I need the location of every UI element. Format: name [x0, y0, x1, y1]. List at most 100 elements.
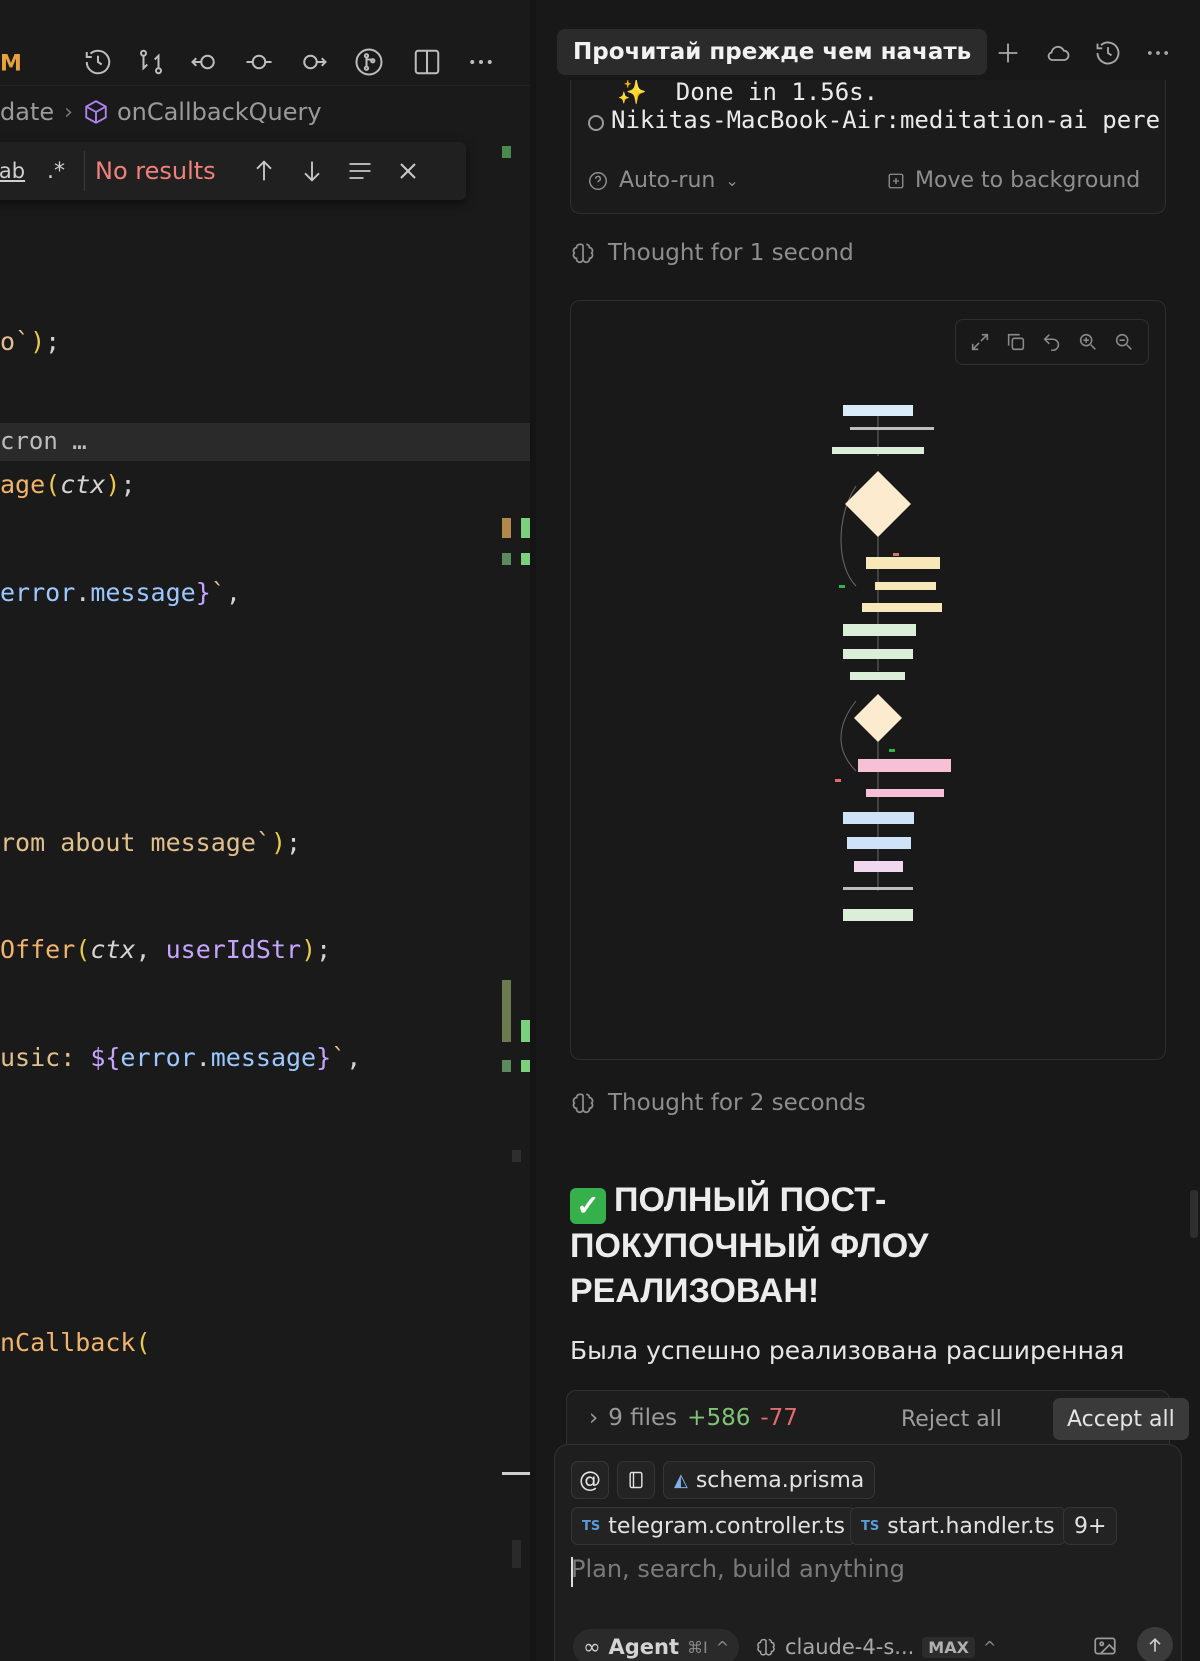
typescript-icon: TS — [582, 1518, 601, 1534]
pending-changes-bar: › 9 files +586 -77 Reject all Accept all — [566, 1390, 1189, 1446]
move-to-background-button[interactable]: Move to background — [887, 168, 1140, 193]
compare-changes-icon[interactable] — [133, 44, 169, 80]
files-summary[interactable]: › 9 files +586 -77 — [589, 1405, 798, 1431]
code-token: age — [0, 470, 46, 499]
code-token: , — [135, 935, 166, 964]
minimap-mark — [502, 1472, 530, 1475]
move-to-background-label: Move to background — [915, 168, 1141, 193]
flow-node — [854, 861, 903, 872]
minimap-mark — [521, 1060, 530, 1072]
regex-toggle[interactable]: .* — [34, 149, 78, 193]
close-icon — [399, 163, 416, 179]
mermaid-diagram-card — [570, 300, 1166, 1060]
code-editor[interactable]: M date › onCallbackQuery ab .* No result… — [0, 0, 530, 1661]
code-token: usic: — [0, 1043, 91, 1072]
code-line[interactable]: error.message}`, — [0, 578, 241, 607]
git-graph-icon[interactable] — [351, 44, 387, 80]
flow-node — [832, 447, 924, 454]
agent-mode-dropdown[interactable]: ∞ Agent ⌘I ^ — [573, 1629, 740, 1661]
thought-indicator-2[interactable]: Thought for 2 seconds — [570, 1090, 866, 1116]
chevron-down-icon: ⌄ — [725, 171, 739, 190]
flow-decision — [845, 471, 911, 537]
model-selector[interactable]: claude-4-s... MAX ^ — [755, 1629, 996, 1661]
split-editor-icon[interactable] — [409, 44, 445, 80]
more-actions-icon[interactable] — [463, 44, 499, 80]
add-context-button[interactable] — [617, 1461, 655, 1499]
code-token: ) — [301, 935, 317, 964]
minimap-mark — [512, 1540, 521, 1568]
chat-input[interactable]: Plan, search, build anything — [571, 1555, 905, 1583]
code-line[interactable]: age(ctx); — [0, 470, 136, 499]
minimap-mark — [502, 518, 511, 538]
code-token: ` — [331, 1043, 347, 1072]
minimap-mark — [502, 553, 511, 565]
code-token: ctx — [90, 935, 136, 964]
code-line[interactable]: nCallback( — [0, 1328, 151, 1357]
code-token: , — [225, 578, 241, 607]
context-chip-telegram-controller[interactable]: TS telegram.controller.ts — [571, 1507, 856, 1545]
arrow-up-icon — [256, 160, 272, 181]
breadcrumb: date › onCallbackQuery — [0, 92, 322, 132]
flow-node — [893, 553, 899, 556]
code-token: error — [0, 578, 76, 607]
more-options-icon[interactable] — [1141, 36, 1175, 70]
code-token: nCallback — [0, 1328, 136, 1357]
image-upload-button[interactable] — [1091, 1633, 1121, 1661]
reject-all-button[interactable]: Reject all — [901, 1401, 1002, 1437]
chat-scrollbar[interactable] — [1190, 1190, 1198, 1238]
folded-region[interactable]: cron … — [0, 423, 530, 461]
editor-brand: M — [0, 51, 22, 77]
code-line[interactable]: rom about message`); — [0, 828, 301, 857]
flow-node — [843, 887, 913, 890]
more-context-chip[interactable]: 9+ — [1063, 1507, 1118, 1545]
history-icon[interactable] — [1091, 36, 1125, 70]
code-token: . — [195, 1043, 211, 1072]
lines-removed: -77 — [760, 1405, 798, 1431]
chevron-up-icon: ^ — [715, 1637, 730, 1657]
breadcrumb-current[interactable]: onCallbackQuery — [117, 98, 322, 126]
flow-node — [843, 909, 913, 921]
context-chip-schema-prisma[interactable]: ◭ schema.prisma — [663, 1461, 876, 1499]
background-icon — [888, 173, 904, 188]
find-in-selection-button[interactable] — [336, 147, 384, 195]
flowchart-preview[interactable] — [571, 301, 1167, 1061]
code-token: Offer — [0, 935, 76, 964]
chat-tab[interactable]: Прочитай прежде чем начать — [557, 29, 988, 75]
minimap-mark — [512, 1150, 521, 1162]
code-line[interactable]: usic: ${error.message}`, — [0, 1043, 361, 1072]
code-line[interactable]: o`); — [0, 327, 60, 356]
mention-button[interactable]: @ — [571, 1461, 609, 1499]
go-back-icon[interactable] — [187, 44, 223, 80]
next-match-button[interactable] — [288, 147, 336, 195]
brain-icon — [757, 1638, 775, 1656]
code-token: message — [90, 578, 196, 607]
send-button[interactable] — [1137, 1627, 1173, 1661]
match-whole-word-toggle[interactable]: ab — [0, 149, 34, 193]
flow-node — [835, 779, 841, 782]
chat-header: Прочитай прежде чем начать — [536, 14, 1200, 86]
previous-match-button[interactable] — [240, 147, 288, 195]
thought-indicator-1[interactable]: Thought for 1 second — [570, 240, 854, 266]
new-chat-icon[interactable] — [991, 36, 1025, 70]
result-heading: ✓ ПОЛНЫЙ ПОСТ-ПОКУПОЧНЫЙ ФЛОУ РЕАЛИЗОВАН! — [570, 1178, 1130, 1314]
flow-node — [847, 837, 911, 849]
editor-toolbar: M — [0, 14, 530, 86]
breadcrumb-prev[interactable]: date — [0, 98, 54, 126]
code-line[interactable]: Offer(ctx, userIdStr); — [0, 935, 331, 964]
model-label: claude-4-s... — [785, 1635, 915, 1659]
code-token: , — [346, 1043, 362, 1072]
go-forward-icon[interactable] — [295, 44, 331, 80]
cloud-icon[interactable] — [1041, 36, 1075, 70]
close-find-button[interactable] — [384, 147, 432, 195]
context-chip-start-handler[interactable]: TS start.handler.ts — [850, 1507, 1066, 1545]
divider — [84, 151, 85, 191]
accept-all-button[interactable]: Accept all — [1053, 1398, 1189, 1440]
commit-icon[interactable] — [241, 44, 277, 80]
auto-run-dropdown[interactable]: Auto-run ⌄ — [587, 168, 739, 193]
minimap-mark — [521, 518, 530, 538]
flow-node — [843, 624, 916, 636]
history-icon[interactable] — [80, 44, 116, 80]
chevron-right-icon: › — [589, 1405, 599, 1431]
chip-label: schema.prisma — [695, 1467, 865, 1493]
minimap-mark — [521, 553, 530, 565]
